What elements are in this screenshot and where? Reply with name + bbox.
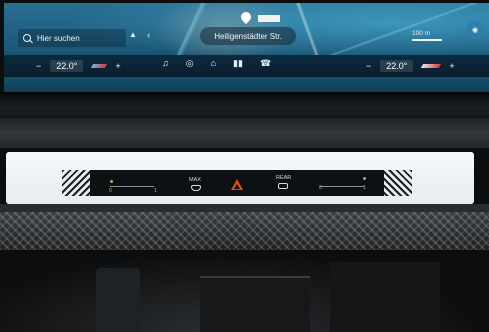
map-options-button[interactable]: ◉: [466, 21, 484, 39]
temp-left-plus-button[interactable]: +: [115, 61, 120, 71]
panel-hatch-left: [62, 170, 90, 196]
dash-shelf: [0, 118, 489, 148]
infotainment-display: Hier suchen ▲ ‹ Heiligenstädter Str. 100…: [4, 3, 489, 96]
nav-icon[interactable]: ◎: [186, 58, 194, 69]
panel-hatch-right: [384, 170, 412, 196]
right-console-block: [330, 262, 440, 332]
app-dock: ♫ ◎ ⌂ ▮▮ ☎: [162, 58, 271, 69]
street-name: Heiligenstädter Str.: [214, 31, 282, 41]
chevron-left-icon[interactable]: ‹: [147, 30, 150, 41]
right-slider-min: 0: [319, 185, 322, 191]
left-indicator-led: [110, 180, 113, 183]
car-dashboard-photo: Hier suchen ▲ ‹ Heiligenstädter Str. 100…: [0, 0, 489, 332]
hazard-icon: [234, 184, 240, 189]
right-slider-max: 1: [363, 185, 366, 191]
fan-right-icon: [421, 63, 442, 68]
trim-edge: [0, 204, 489, 212]
air-vent: [96, 268, 140, 332]
search-label: Hier suchen: [37, 33, 80, 43]
center-console: [200, 276, 310, 332]
map-scale-label: 100 m: [412, 30, 431, 37]
right-indicator-led: [363, 177, 366, 180]
temp-right-plus-button[interactable]: +: [449, 61, 454, 71]
right-seat-slider[interactable]: [320, 186, 364, 187]
climate-left: − 22.0° +: [36, 58, 121, 73]
display-bezel: [0, 92, 489, 118]
climate-right: − 22.0° +: [366, 58, 455, 73]
defrost-max-button[interactable]: [191, 185, 201, 191]
apps-icon[interactable]: ▮▮: [233, 58, 243, 69]
temp-right-minus-button[interactable]: −: [366, 61, 371, 71]
temp-left-minus-button[interactable]: −: [36, 61, 41, 71]
defrost-rear-label: REAR: [276, 175, 292, 181]
destination-flag: [258, 15, 280, 22]
search-field[interactable]: Hier suchen: [18, 29, 126, 47]
phone-icon[interactable]: ☎: [260, 58, 271, 69]
chevron-up-icon[interactable]: ▲: [129, 30, 137, 39]
temp-left-value[interactable]: 22.0°: [50, 59, 84, 72]
street-name-badge: Heiligenstädter Str.: [200, 27, 296, 45]
search-icon: [23, 34, 31, 42]
music-icon[interactable]: ♫: [162, 58, 169, 69]
left-seat-slider[interactable]: [110, 186, 154, 187]
map-scale-bar: [412, 39, 442, 41]
home-icon[interactable]: ⌂: [211, 58, 216, 69]
left-slider-max: 1: [154, 188, 157, 194]
carbon-trim: [0, 212, 489, 250]
defrost-max-label: MAX: [189, 177, 201, 183]
fan-left-icon: [91, 63, 108, 68]
left-slider-min: 0: [109, 188, 112, 194]
temp-right-value[interactable]: 22.0°: [380, 59, 414, 72]
defrost-rear-button[interactable]: [278, 183, 288, 189]
